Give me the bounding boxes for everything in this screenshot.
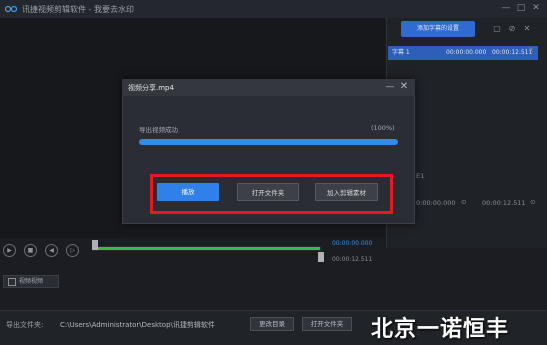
delete-icon[interactable]: ✕ — [522, 24, 532, 34]
subtitle-end-time[interactable]: 00:00:12.511 — [482, 199, 526, 207]
total-time: 00:00:12.511 — [332, 256, 373, 263]
timeline-range — [97, 247, 320, 250]
export-status: 导出视频成功 — [139, 126, 178, 134]
open-folder-bottom-button[interactable]: 打开文件夹 — [302, 317, 352, 331]
video-tab-label: 视频视频 — [19, 278, 44, 285]
progress-fill — [139, 139, 398, 145]
dialog-minimize-icon[interactable]: — — [385, 81, 395, 93]
subtitle-style-label: E1 — [416, 172, 425, 180]
subtitle-row[interactable]: 字幕 1 00:00:00.000 00:00:12.511 — [388, 46, 538, 60]
open-folder-button[interactable]: 打开文件夹 — [237, 183, 299, 201]
subtitle-index: 字幕 1 — [392, 49, 410, 56]
close-icon[interactable]: ✕ — [530, 2, 542, 14]
start-marker[interactable] — [92, 240, 98, 250]
maximize-icon[interactable]: □ — [515, 2, 527, 14]
play-button[interactable]: 播放 — [157, 183, 219, 201]
video-tab[interactable]: 视频视频 — [3, 275, 59, 288]
add-to-material-button[interactable]: 加入剪辑素材 — [315, 183, 378, 201]
dialog-close-icon[interactable]: ✕ — [398, 81, 410, 93]
play-icon[interactable]: ▶ — [3, 244, 16, 257]
row-delete-icon[interactable]: ✕ — [528, 46, 534, 54]
time-stepper-icon[interactable]: ⊙ — [530, 198, 535, 206]
export-folder-label: 导出文件夹: — [6, 321, 44, 329]
current-time: 00:00:00.000 — [332, 240, 373, 247]
add-subtitle-button[interactable]: 添加字幕的设置 — [401, 21, 475, 37]
video-icon — [8, 277, 16, 286]
subtitle-end: 00:00:12.511 — [492, 49, 533, 56]
dialog-title: 视频分享.mp4 — [128, 84, 174, 92]
export-percent: (100%) — [371, 124, 395, 132]
change-directory-button[interactable]: 更改目录 — [250, 317, 294, 331]
minimize-icon[interactable]: — — [500, 2, 512, 14]
app-logo-icon — [5, 5, 17, 13]
time-stepper-icon[interactable]: ⊙ — [461, 198, 466, 206]
next-frame-icon[interactable]: ▷ — [66, 244, 79, 257]
watermark: 北京一诺恒丰 — [371, 317, 510, 342]
end-marker[interactable] — [318, 252, 324, 262]
stop-icon[interactable]: ■ — [24, 244, 37, 257]
app-title: 讯捷视频剪辑软件 - 我要去水印 — [22, 5, 134, 14]
export-path: C:\Users\Administrator\Desktop\讯捷剪辑软件 — [60, 321, 215, 329]
import-icon[interactable]: ▢ — [492, 24, 502, 34]
subtitle-start-time[interactable]: 0:00:00.000 — [416, 199, 456, 207]
subtitle-start: 00:00:00.000 — [446, 49, 487, 56]
prev-frame-icon[interactable]: ◀ — [45, 244, 58, 257]
clear-icon[interactable]: ⊘ — [507, 24, 517, 34]
